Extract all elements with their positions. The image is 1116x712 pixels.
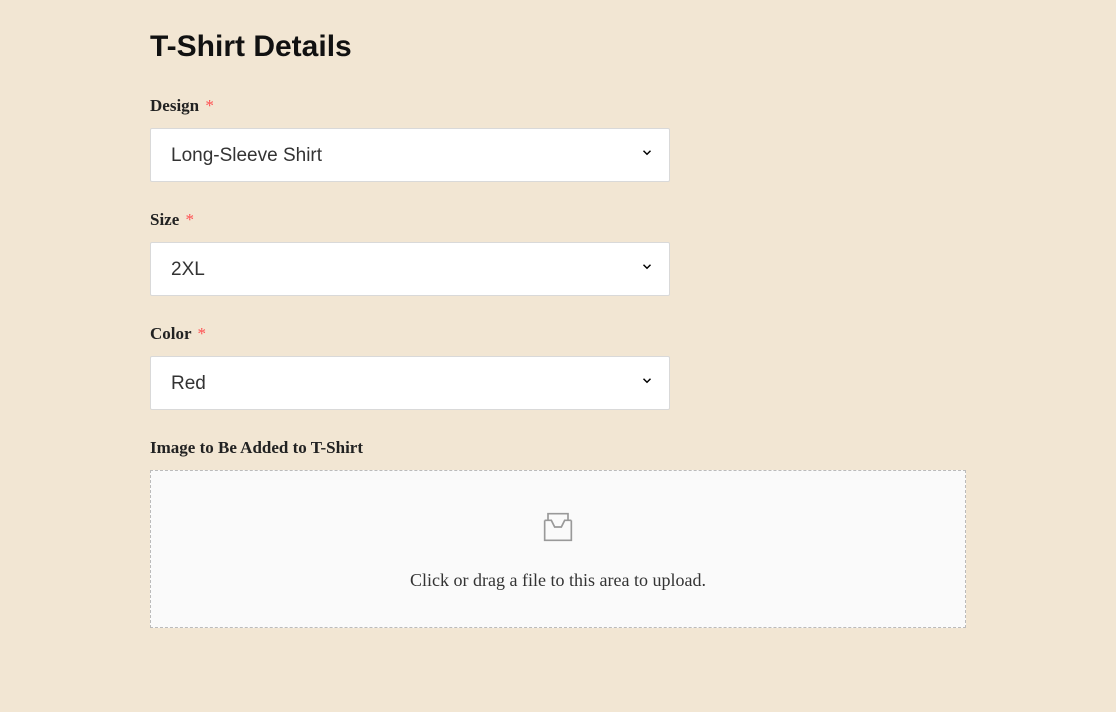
design-label: Design * [150, 96, 966, 116]
design-select-wrapper: Long-Sleeve Shirt [150, 128, 670, 182]
size-select[interactable]: 2XL [150, 242, 670, 296]
color-label: Color * [150, 324, 966, 344]
required-asterisk: * [186, 210, 195, 229]
form-container: T-Shirt Details Design * Long-Sleeve Shi… [0, 0, 1116, 628]
required-asterisk: * [205, 96, 214, 115]
color-select[interactable]: Red [150, 356, 670, 410]
design-field: Design * Long-Sleeve Shirt [150, 96, 966, 182]
color-field: Color * Red [150, 324, 966, 410]
size-label: Size * [150, 210, 966, 230]
size-label-text: Size [150, 210, 179, 229]
required-asterisk: * [198, 324, 207, 343]
upload-instruction-text: Click or drag a file to this area to upl… [410, 570, 706, 591]
color-select-wrapper: Red [150, 356, 670, 410]
page-title: T-Shirt Details [150, 30, 966, 64]
image-field: Image to Be Added to T-Shirt Click or dr… [150, 438, 966, 628]
inbox-icon [538, 507, 578, 552]
design-select[interactable]: Long-Sleeve Shirt [150, 128, 670, 182]
image-label: Image to Be Added to T-Shirt [150, 438, 966, 458]
size-select-wrapper: 2XL [150, 242, 670, 296]
color-label-text: Color [150, 324, 191, 343]
size-field: Size * 2XL [150, 210, 966, 296]
design-label-text: Design [150, 96, 199, 115]
upload-dropzone[interactable]: Click or drag a file to this area to upl… [150, 470, 966, 628]
